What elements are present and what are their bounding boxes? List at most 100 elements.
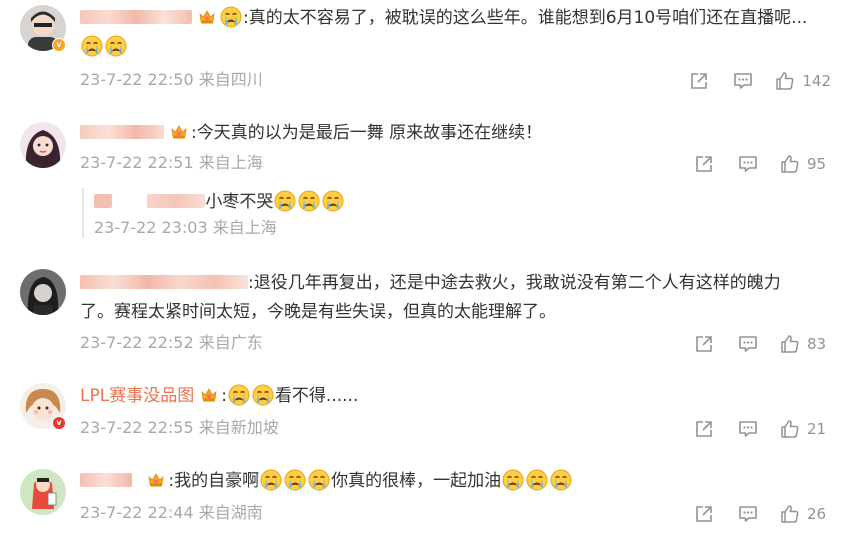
reply-location: 来自上海 — [212, 218, 277, 237]
comment-actions: 83 — [694, 333, 831, 355]
thumbs-up-icon — [775, 71, 795, 91]
comment-meta: 23-7-22 22:52 来自广东 — [80, 333, 263, 353]
username-blurred[interactable] — [80, 125, 164, 139]
comment-meta: 23-7-22 22:51 来自上海 — [80, 153, 263, 173]
like-button[interactable]: 26 — [780, 504, 831, 524]
verified-badge-icon: v — [52, 416, 66, 430]
comment-actions: 142 — [689, 70, 831, 92]
comment-time: 23-7-22 22:55 — [80, 418, 194, 437]
comment-meta: 23-7-22 22:44 来自湖南 — [80, 503, 263, 523]
comment-meta: 23-7-22 22:50 来自四川 — [80, 70, 263, 90]
thumbs-up-icon — [780, 334, 800, 354]
fan-crown-icon — [200, 386, 218, 403]
crying-emoji-icon — [502, 469, 524, 491]
comment-text: :真的太不容易了，被耽误的这么些年。谁能想到6月10号咱们还在直播呢... — [80, 4, 833, 62]
avatar[interactable] — [20, 469, 66, 515]
reply-meta: 23-7-22 23:03 来自上海 — [94, 218, 502, 238]
comment-text: LPL赛事没品图: 看不得...... — [80, 382, 833, 411]
comment-actions: 21 — [694, 418, 831, 440]
comment-time: 23-7-22 22:51 — [80, 153, 194, 172]
comment-body-continued: 你真的很棒，一起加油 — [331, 471, 502, 491]
reply-button[interactable] — [738, 419, 758, 439]
comment-icon — [738, 504, 758, 524]
fan-crown-icon — [198, 8, 216, 25]
share-button[interactable] — [694, 504, 714, 524]
crying-emoji-icon — [284, 469, 306, 491]
comment-body: :退役几年再复出，还是中途去救火，我敢说没有第二个人有这样的魄力 — [248, 273, 781, 293]
comment-icon — [738, 419, 758, 439]
comment-time: 23-7-22 22:52 — [80, 333, 194, 352]
crying-emoji-icon — [550, 469, 572, 491]
share-button[interactable] — [694, 154, 714, 174]
share-icon — [694, 334, 714, 354]
reply-body: 小枣不哭 — [205, 192, 274, 212]
avatar[interactable] — [20, 122, 66, 168]
crying-emoji-icon — [298, 190, 320, 212]
crying-emoji-icon — [81, 35, 103, 57]
comment-body: :我的自豪啊 — [168, 471, 260, 491]
comment-body: :今天真的以为是最后一舞 原来故事还在继续！ — [191, 123, 543, 143]
comment-text: :我的自豪啊 你真的很棒，一起加油 — [80, 467, 833, 496]
share-icon — [694, 419, 714, 439]
comment-actions: 26 — [694, 503, 831, 525]
comment-text: :退役几年再复出，还是中途去救火，我敢说没有第二个人有这样的魄力 了。赛程太紧时… — [80, 269, 833, 327]
like-button[interactable]: 83 — [780, 334, 831, 354]
crying-emoji-icon — [322, 190, 344, 212]
like-count: 142 — [802, 72, 831, 90]
crying-emoji-icon — [105, 35, 127, 57]
comment-body-continued: 了。赛程太紧时间太短，今晚是有些失误，但真的太能理解了。 — [80, 302, 556, 322]
like-button[interactable]: 142 — [775, 71, 831, 91]
username-blurred[interactable] — [80, 275, 248, 289]
thumbs-up-icon — [780, 504, 800, 524]
reply-button[interactable] — [733, 71, 753, 91]
comment-time: 23-7-22 22:50 — [80, 70, 194, 89]
comment-body: : — [221, 386, 227, 406]
reply-button[interactable] — [738, 334, 758, 354]
crying-emoji-icon — [260, 469, 282, 491]
comment-body: :真的太不容易了，被耽误的这么些年。谁能想到6月10号咱们还在直播呢... — [243, 8, 808, 28]
reply-button[interactable] — [738, 154, 758, 174]
comment-time: 23-7-22 22:44 — [80, 503, 194, 522]
comment-text: :今天真的以为是最后一舞 原来故事还在继续！ — [80, 119, 833, 148]
reply-thread: 小枣不哭 23-7-22 23:03 来自上海 — [82, 188, 502, 238]
comment-icon — [733, 71, 753, 91]
like-count: 26 — [807, 505, 827, 523]
comment-icon — [738, 334, 758, 354]
username[interactable]: LPL赛事没品图 — [80, 386, 194, 406]
thumbs-up-icon — [780, 419, 800, 439]
like-count: 95 — [807, 155, 827, 173]
share-icon — [694, 504, 714, 524]
comment-actions: 95 — [694, 153, 831, 175]
share-icon — [694, 154, 714, 174]
comment-location: 来自新加坡 — [198, 418, 279, 437]
reply-username-blurred[interactable] — [94, 194, 112, 208]
crying-emoji-icon — [308, 469, 330, 491]
reply-target-blurred[interactable] — [147, 194, 206, 208]
comment-meta: 23-7-22 22:55 来自新加坡 — [80, 418, 279, 438]
fan-crown-icon — [147, 471, 165, 488]
comment-location: 来自上海 — [198, 153, 263, 172]
crying-emoji-icon — [274, 190, 296, 212]
like-button[interactable]: 95 — [780, 154, 831, 174]
comment-body-continued: 看不得...... — [274, 386, 359, 406]
share-button[interactable] — [689, 71, 709, 91]
reply-text: 小枣不哭 — [94, 188, 502, 216]
verified-badge-icon: v — [52, 38, 66, 52]
username-blurred[interactable] — [80, 473, 132, 487]
share-button[interactable] — [694, 334, 714, 354]
crying-emoji-icon — [220, 6, 242, 28]
crying-emoji-icon — [526, 469, 548, 491]
reply-button[interactable] — [738, 504, 758, 524]
username-blurred[interactable] — [80, 10, 192, 24]
reply-time: 23-7-22 23:03 — [94, 218, 208, 237]
comment-icon — [738, 154, 758, 174]
crying-emoji-icon — [228, 384, 250, 406]
fan-crown-icon — [170, 123, 188, 140]
avatar[interactable] — [20, 269, 66, 315]
comment-location: 来自四川 — [198, 70, 263, 89]
like-count: 83 — [807, 335, 827, 353]
share-button[interactable] — [694, 419, 714, 439]
like-button[interactable]: 21 — [780, 419, 831, 439]
comment-location: 来自湖南 — [198, 503, 263, 522]
comment-location: 来自广东 — [198, 333, 263, 352]
